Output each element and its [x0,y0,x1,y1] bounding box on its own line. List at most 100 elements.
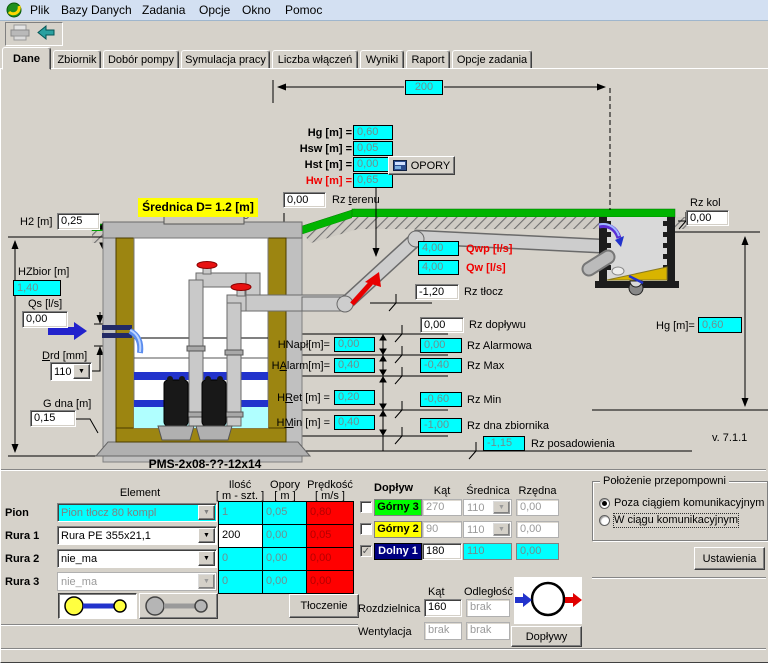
rz-terenu-field[interactable]: 0,00 [283,192,326,208]
rz-posadowienia-label: Rz posadowienia [531,438,615,451]
rz-posadowienia-field: -1,15 [483,436,525,451]
wentylacja-kat-field: brak [424,622,462,640]
dropdown-arrow-icon[interactable]: ▼ [198,528,215,543]
hst-field: 0,00 [353,157,393,172]
gorny2-checkbox[interactable] [360,523,372,535]
hret-field: 0,20 [334,390,375,405]
gdna-field[interactable]: 0,15 [30,410,76,427]
opory-button[interactable]: OPORY [388,156,455,175]
hzbior-field: 1,40 [13,280,61,296]
dolny1-checkbox: ✓ [360,545,372,557]
manhole-drawing [589,217,679,295]
rz-tlocz-field[interactable]: -1,20 [415,284,459,300]
rz-min-label: Rz Min [467,394,501,407]
rz-dna-field: -1,00 [420,418,462,433]
rozdzielnica-label: Rozdzielnica [358,603,420,616]
h2-label: H2 [m] [20,216,52,229]
col-qty-header: Ilość[ m - szt. ] [214,480,266,502]
pion-opory-cell: 0,05 [262,501,307,525]
wentylacja-label: Wentylacja [358,626,412,639]
halarm-label: HAlarm[m]= [240,360,330,373]
rz-max-field: -0,40 [420,358,462,373]
dropdown-arrow-icon: ▼ [493,523,510,536]
col-rzedna-header: Rzędna [516,485,559,498]
doplyw-header: Dopływ [374,482,413,495]
rura2-speed-cell: 0,00 [306,547,354,571]
rura3-qty-cell: 0 [218,570,263,594]
rura2-element-dropdown[interactable]: nie_ma▼ [57,549,217,568]
halarm-field: 0,40 [334,358,375,373]
rura3-speed-cell: 0,00 [306,570,354,594]
gorny3-srednica-dropdown: 110▼ [463,499,512,516]
hw-field: 0,65 [353,173,393,188]
gravity-pipe-icon [143,594,215,618]
doplywy-button[interactable]: Dopływy [511,626,582,647]
hsw-label: Hsw [m] = [252,143,352,156]
separator [1,624,358,626]
rz-doplywu-field[interactable]: 0,00 [420,317,464,333]
dolny1-label: Dolny 1 [374,543,422,560]
dim-200-field: 200 [405,80,443,95]
kat2-header: Kąt [428,586,445,599]
qs-field[interactable]: 0,00 [22,311,68,328]
pipe-type-gravity-button[interactable] [139,593,218,619]
pipe-type-pressure-button[interactable] [58,593,137,619]
rozdzielnica-odl-field: brak [466,599,510,617]
rozdzielnica-kat-field[interactable]: 160 [424,599,462,617]
rura3-element-dropdown: nie_ma▼ [57,572,217,591]
rz-max-label: Rz Max [467,360,504,373]
dropdown-arrow-icon[interactable]: ▼ [198,551,215,566]
rura2-qty-cell: 0 [218,547,263,571]
rura3-opory-cell: 0,00 [262,570,307,594]
wentylacja-odl-field: brak [466,622,510,640]
separator [1,648,766,650]
tloczenie-button[interactable]: Tłoczenie [289,594,359,618]
rura1-qty-cell[interactable]: 200 [218,524,263,548]
hret-label: HRet [m] = [240,392,330,405]
hst-label: Hst [m] = [252,159,352,172]
gorny2-label: Górny 2 [374,521,422,538]
drd-dropdown[interactable]: 110▼ [50,362,92,381]
hw-label: Hw [m] = [252,175,352,188]
rz-dna-label: Rz dna zbiornika [467,420,549,433]
rz-tlocz-label: Rz tłocz [464,286,503,299]
qw-field: 4,00 [418,260,459,275]
row-label-pion: Pion [5,507,29,520]
dropdown-arrow-icon: ▼ [198,574,215,589]
h2-field[interactable]: 0,25 [57,213,100,230]
position-radio-w-ciagu[interactable] [599,515,610,526]
position-radio-poza[interactable] [599,498,610,509]
hnapl-label: HNapł[m]= [240,339,330,352]
position-groupbox [592,481,768,541]
hmin-label: HMin [m] = [240,417,330,430]
position-option-poza[interactable]: Poza ciągiem komunikacyjnym [614,497,764,510]
row-label-rura3: Rura 3 [5,576,39,589]
odleglosc-header: Odległość [464,586,513,599]
rz-terenu-label: Rz terenu [332,194,380,207]
hnapl-field: 0,00 [334,337,375,352]
diameter-label: Średnica D= 1.2 [m] [138,198,258,217]
hsw-field: 0,05 [353,141,393,156]
pump-station-design-app: { "icons": { "dropdown_arrow": "▼", "che… [0,0,768,663]
gorny3-kat-field: 270 [422,499,462,516]
dolny1-kat-field[interactable]: 180 [422,543,462,560]
dolny1-rzedna-field: 0,00 [516,543,559,560]
col-opory-header: Opory[ m ] [262,480,308,502]
dropdown-arrow-icon[interactable]: ▼ [73,364,90,379]
gorny2-rzedna-field: 0,00 [516,521,559,538]
rz-alarmowa-field: 0,00 [420,338,462,353]
rz-min-field: -0,60 [420,392,462,407]
rura1-element-dropdown[interactable]: Rura PE 355x21,1▼ [57,526,217,545]
rura2-opory-cell: 0,00 [262,547,307,571]
pump-station-plan-icon [514,577,582,624]
opory-icon [393,160,407,171]
row-label-rura2: Rura 2 [5,553,39,566]
position-option-w-ciagu[interactable]: W ciągu komunikacyjnym [614,514,738,527]
rz-kol-field[interactable]: 0,00 [686,210,729,226]
ustawienia-button[interactable]: Ustawienia [694,547,765,570]
gorny3-label: Górny 3 [374,499,422,516]
position-title: Położenie przepompowni [600,475,729,488]
rz-kol-label: Rz kol [690,197,721,210]
gorny3-checkbox[interactable] [360,501,372,513]
tab-dane[interactable]: Dane [2,47,51,70]
